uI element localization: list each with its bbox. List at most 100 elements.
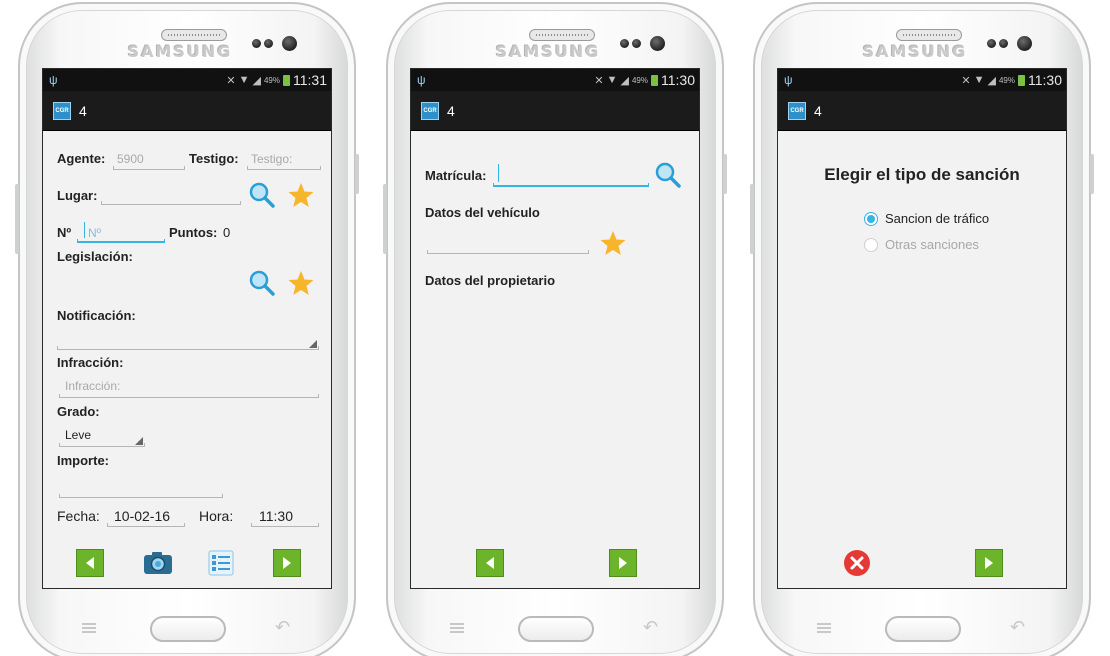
- wifi-icon: ▼: [238, 74, 250, 86]
- testigo-underline: [247, 166, 321, 170]
- action-bar: CGR 4: [778, 91, 1066, 131]
- testigo-input[interactable]: Testigo:: [251, 152, 292, 166]
- back-key-icon[interactable]: ↶: [643, 617, 658, 638]
- grado-underline: [59, 443, 145, 447]
- spinner-arrow-icon: [135, 437, 143, 445]
- numero-input[interactable]: Nº: [88, 226, 101, 240]
- front-camera: [282, 36, 297, 51]
- spinner-arrow-icon: [309, 340, 317, 348]
- power-key: [355, 154, 359, 194]
- text-cursor: [498, 164, 499, 182]
- menu-key[interactable]: [82, 623, 96, 633]
- back-key-icon[interactable]: ↶: [275, 617, 290, 638]
- form-content: Agente: 5900 Testigo: Testigo: Lugar: Nº…: [43, 131, 331, 568]
- legislacion-label: Legislación:: [57, 249, 133, 264]
- signal-icon: ◢: [620, 74, 629, 87]
- app-icon[interactable]: CGR: [53, 101, 71, 120]
- infraccion-input[interactable]: Infracción:: [65, 379, 120, 393]
- brand-logo: SAMSUNG: [127, 42, 233, 61]
- matricula-label: Matrícula:: [425, 168, 487, 183]
- home-button[interactable]: [518, 616, 594, 642]
- radio-button-unchecked[interactable]: [864, 237, 878, 252]
- action-bar: CGR 4: [411, 91, 699, 131]
- forward-arrow-icon: [283, 557, 291, 569]
- forward-button[interactable]: [609, 549, 637, 577]
- radio-option-trafico[interactable]: Sancion de tráfico: [864, 211, 989, 226]
- home-button[interactable]: [885, 616, 961, 642]
- volume-key: [383, 184, 387, 254]
- earpiece-speaker: [896, 29, 962, 41]
- battery-percent: 49%: [263, 75, 280, 85]
- power-key: [1090, 154, 1094, 194]
- usb-icon: ψ: [784, 73, 793, 87]
- grado-spinner[interactable]: Leve: [65, 428, 91, 442]
- back-button[interactable]: [476, 549, 504, 577]
- earpiece-speaker: [161, 29, 227, 41]
- importe-label: Importe:: [57, 453, 109, 468]
- star-icon[interactable]: [287, 269, 315, 297]
- action-bar-title: 4: [447, 102, 455, 119]
- status-clock: 11:31: [293, 72, 327, 88]
- radio-button-checked[interactable]: [864, 211, 878, 226]
- star-icon[interactable]: [287, 181, 315, 209]
- lugar-input[interactable]: [101, 201, 241, 205]
- radio-label: Otras sanciones: [885, 237, 979, 252]
- light-sensor: [999, 39, 1008, 48]
- testigo-label: Testigo:: [189, 151, 239, 166]
- matricula-input[interactable]: [493, 183, 649, 187]
- phone-frame-1: SAMSUNG ψ ✕ ▼ ◢ 49% 11:31 CGR 4 Agente: …: [15, 2, 359, 656]
- forward-button[interactable]: [975, 549, 1003, 577]
- status-bar: ψ ✕ ▼ ◢ 49% 11:30: [778, 69, 1066, 91]
- menu-key[interactable]: [817, 623, 831, 633]
- back-key-icon[interactable]: ↶: [1010, 617, 1025, 638]
- sanction-content: Elegir el tipo de sanción Sancion de trá…: [778, 131, 1066, 568]
- importe-input[interactable]: [59, 494, 223, 498]
- app-icon[interactable]: CGR: [788, 101, 806, 120]
- numero-underline: [77, 239, 165, 243]
- vehiculo-input[interactable]: [427, 250, 589, 254]
- agente-label: Agente:: [57, 151, 106, 166]
- battery-icon: [1018, 74, 1025, 86]
- forward-button[interactable]: [273, 549, 301, 577]
- earpiece-speaker: [529, 29, 595, 41]
- front-camera: [1017, 36, 1032, 51]
- search-icon[interactable]: [248, 269, 276, 297]
- app-icon[interactable]: CGR: [421, 101, 439, 120]
- fecha-input[interactable]: 10-02-16: [114, 508, 170, 524]
- puntos-value: 0: [223, 225, 231, 240]
- notificacion-spinner[interactable]: [57, 346, 319, 350]
- status-bar: ψ ✕ ▼ ◢ 49% 11:31: [43, 69, 331, 91]
- infraccion-underline: [59, 394, 319, 398]
- battery-percent: 49%: [998, 75, 1015, 85]
- usb-icon: ψ: [49, 73, 58, 87]
- hora-label: Hora:: [199, 508, 234, 524]
- camera-icon[interactable]: [143, 551, 173, 575]
- action-bar-title: 4: [79, 102, 87, 119]
- cancel-icon[interactable]: [843, 549, 871, 577]
- hora-underline: [251, 523, 319, 527]
- agente-field[interactable]: 5900: [117, 152, 144, 166]
- back-button[interactable]: [76, 549, 104, 577]
- list-icon[interactable]: [208, 550, 234, 576]
- proximity-sensor: [252, 39, 261, 48]
- light-sensor: [264, 39, 273, 48]
- status-clock: 11:30: [1028, 72, 1062, 88]
- wifi-icon: ▼: [973, 74, 985, 86]
- radio-option-otras[interactable]: Otras sanciones: [864, 237, 979, 252]
- home-button[interactable]: [150, 616, 226, 642]
- search-icon[interactable]: [248, 181, 276, 209]
- hora-input[interactable]: 11:30: [259, 508, 293, 524]
- brand-logo: SAMSUNG: [495, 42, 601, 61]
- phone-frame-3: SAMSUNG ψ ✕ ▼ ◢ 49% 11:30 CGR 4 Elegir e…: [750, 2, 1094, 656]
- front-camera: [650, 36, 665, 51]
- mute-icon: ✕: [594, 74, 604, 87]
- puntos-label: Puntos:: [169, 225, 218, 240]
- screen-infraction-form: ψ ✕ ▼ ◢ 49% 11:31 CGR 4 Agente: 5900 Tes…: [42, 68, 332, 589]
- light-sensor: [632, 39, 641, 48]
- battery-icon: [651, 74, 658, 86]
- star-icon[interactable]: [599, 229, 627, 257]
- menu-key[interactable]: [450, 623, 464, 633]
- bottom-toolbar: [43, 540, 331, 588]
- search-icon[interactable]: [654, 161, 682, 189]
- signal-icon: ◢: [987, 74, 996, 87]
